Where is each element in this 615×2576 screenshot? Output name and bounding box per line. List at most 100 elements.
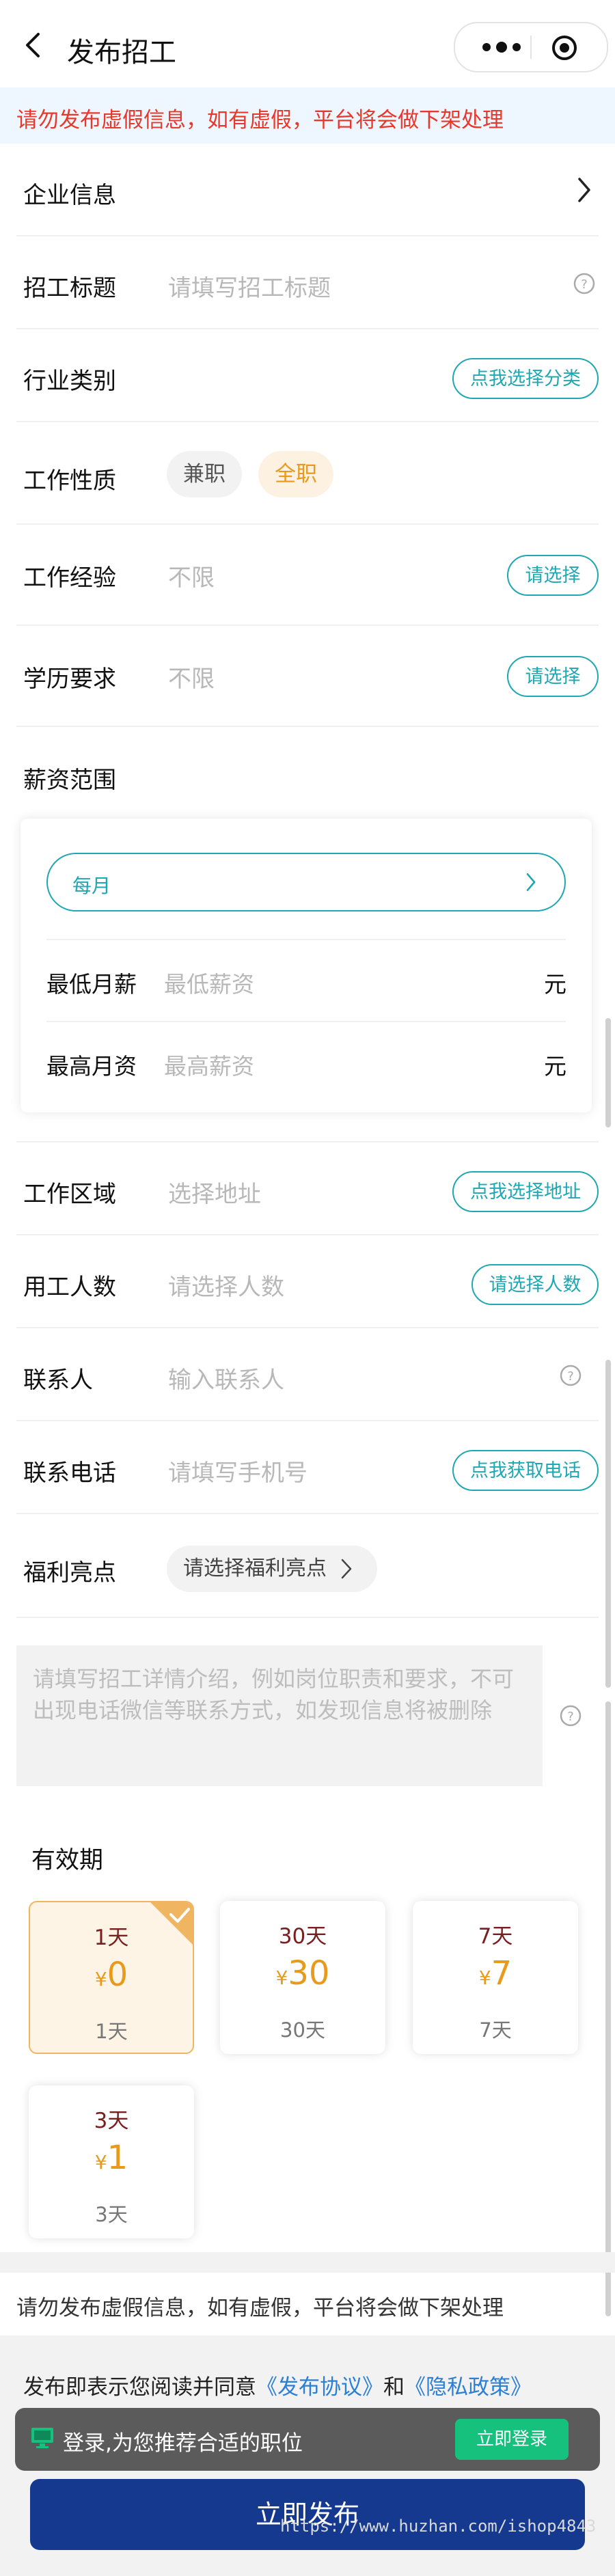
bottom-warning-text: 请勿发布虚假信息，如有虚假，平台将会做下架处理 (16, 2296, 504, 2320)
svg-text:?: ? (567, 1710, 574, 1724)
help-icon[interactable]: ? (559, 1364, 582, 1387)
job-title-input[interactable]: 请填写招工标题 (168, 269, 331, 303)
choose-benefits-button[interactable]: 请选择福利亮点 (167, 1546, 377, 1592)
selected-check-icon (150, 1902, 193, 1945)
login-button[interactable]: 立即登录 (455, 2419, 569, 2460)
experience-label: 工作经验 (23, 564, 116, 592)
plan-card-3-day[interactable]: 3天 ¥1 3天 (29, 2085, 194, 2238)
experience-row: 工作经验 不限 请选择 (0, 525, 615, 625)
experience-select-button[interactable]: 请选择 (507, 555, 599, 596)
warning-banner: 请勿发布虚假信息，如有虚假，平台将会做下架处理 (0, 87, 615, 143)
publish-button[interactable]: 立即发布 (30, 2479, 585, 2550)
work-area-label: 工作区域 (23, 1181, 116, 1208)
more-dots-icon[interactable] (473, 37, 530, 57)
plan-name: 30天 (278, 1924, 327, 1949)
publish-agreement-link[interactable]: 《发布协议》 (256, 2375, 383, 2400)
headcount-input[interactable]: 请选择人数 (168, 1268, 284, 1302)
headcount-row: 用工人数 请选择人数 请选择人数 (0, 1235, 615, 1327)
miniapp-capsule (454, 22, 608, 72)
help-icon[interactable]: ? (573, 272, 596, 295)
login-prompt-text: 登录,为您推荐合适的职位 (63, 2431, 303, 2456)
salary-period-select[interactable]: 每月 (46, 853, 566, 912)
industry-label: 行业类别 (23, 368, 116, 395)
contact-row: 联系人 输入联系人 ? (0, 1328, 615, 1420)
company-info-row[interactable]: 企业信息 (0, 143, 615, 235)
plan-price: ¥0 (94, 1956, 128, 1994)
choose-address-button[interactable]: 点我选择地址 (452, 1171, 599, 1212)
page-title: 发布招工 (67, 37, 176, 68)
login-prompt-bar: 登录,为您推荐合适的职位 立即登录 (15, 2408, 600, 2471)
agreement-and: 和 (383, 2375, 405, 2400)
benefits-row: 福利亮点 请选择福利亮点 (0, 1514, 615, 1617)
capsule-separator (530, 36, 532, 59)
divider (46, 939, 566, 940)
job-nature-row: 工作性质 兼职 全职 (0, 422, 615, 523)
monitor-icon (31, 2428, 53, 2448)
plan-price: ¥7 (478, 1954, 512, 1992)
plan-duration: 3天 (95, 2203, 128, 2226)
warning-banner-text: 请勿发布虚假信息，如有虚假，平台将会做下架处理 (16, 108, 504, 133)
work-area-input[interactable]: 选择地址 (168, 1175, 261, 1209)
experience-value: 不限 (168, 564, 215, 592)
divider (46, 1021, 566, 1022)
salary-period-value: 每月 (72, 875, 111, 897)
max-salary-unit: 元 (544, 1053, 566, 1080)
salary-card: 每月 最低月薪 最低薪资 元 最高月资 最高薪资 元 (20, 819, 592, 1112)
help-icon[interactable]: ? (559, 1704, 582, 1727)
validity-title: 有效期 (31, 1847, 104, 1874)
plan-name: 7天 (478, 1924, 513, 1949)
close-miniapp-icon[interactable] (551, 34, 578, 61)
benefits-label: 福利亮点 (23, 1559, 116, 1587)
work-area-row: 工作区域 选择地址 点我选择地址 (0, 1142, 615, 1234)
phone-input[interactable]: 请填写手机号 (168, 1454, 308, 1488)
job-description-textarea[interactable]: 请填写招工详情介绍，例如岗位职责和要求，不可出现电话微信等联系方式，如发现信息将… (16, 1645, 543, 1786)
plan-price: ¥30 (275, 1954, 330, 1992)
plan-name: 3天 (94, 2109, 129, 2133)
chevron-right-icon (578, 178, 590, 202)
chevron-right-icon (341, 1559, 352, 1579)
job-title-row: 招工标题 请填写招工标题 ? (0, 236, 615, 328)
max-salary-label: 最高月资 (46, 1053, 137, 1080)
get-phone-button[interactable]: 点我获取电话 (452, 1450, 599, 1491)
education-select-button[interactable]: 请选择 (507, 656, 599, 697)
plan-card-7-day[interactable]: 7天 ¥7 7天 (413, 1901, 578, 2054)
choose-headcount-button[interactable]: 请选择人数 (472, 1264, 599, 1305)
min-salary-input[interactable]: 最低薪资 (164, 966, 254, 999)
watermark-text: https://www.huzhan.com/ishop4843 (280, 2517, 597, 2536)
section-separator (0, 2252, 615, 2273)
job-nature-label: 工作性质 (23, 467, 116, 495)
contact-input[interactable]: 输入联系人 (168, 1361, 284, 1395)
agreement-prefix: 发布即表示您阅读并同意 (23, 2375, 256, 2400)
plan-duration: 1天 (95, 2020, 128, 2043)
svg-text:?: ? (581, 277, 588, 292)
navigation-bar: 发布招工 (0, 0, 615, 89)
education-label: 学历要求 (23, 666, 116, 693)
plan-price: ¥1 (94, 2139, 128, 2177)
nature-option-parttime[interactable]: 兼职 (167, 451, 242, 497)
svg-text:?: ? (567, 1369, 574, 1384)
max-salary-input[interactable]: 最高薪资 (164, 1048, 254, 1081)
contact-label: 联系人 (23, 1367, 93, 1394)
education-row: 学历要求 不限 请选择 (0, 626, 615, 726)
nature-option-fulltime[interactable]: 全职 (258, 451, 333, 497)
agreement-text: 发布即表示您阅读并同意《发布协议》和《隐私政策》 (23, 2370, 532, 2400)
plan-duration: 7天 (479, 2018, 512, 2042)
phone-row: 联系电话 请填写手机号 点我获取电话 (0, 1421, 615, 1513)
min-salary-unit: 元 (544, 971, 566, 998)
phone-label: 联系电话 (23, 1460, 116, 1487)
salary-range-row: 薪资范围 (0, 727, 615, 809)
choose-category-button[interactable]: 点我选择分类 (452, 358, 599, 399)
min-salary-label: 最低月薪 (46, 971, 137, 998)
chevron-right-icon (526, 873, 536, 892)
company-info-label: 企业信息 (23, 182, 116, 209)
plan-card-1-day[interactable]: 1天 ¥0 1天 (29, 1901, 194, 2054)
privacy-policy-link[interactable]: 《隐私政策》 (405, 2375, 532, 2400)
scrollbar-thumb[interactable] (605, 1701, 611, 2316)
salary-range-label: 薪资范围 (23, 767, 116, 794)
industry-row: 行业类别 点我选择分类 (0, 329, 615, 421)
scrollbar-thumb[interactable] (605, 1018, 611, 1127)
plan-card-30-day[interactable]: 30天 ¥30 30天 (220, 1901, 385, 2054)
back-arrow-icon[interactable] (19, 30, 49, 60)
plan-duration: 30天 (280, 2018, 325, 2042)
education-value: 不限 (168, 666, 215, 693)
